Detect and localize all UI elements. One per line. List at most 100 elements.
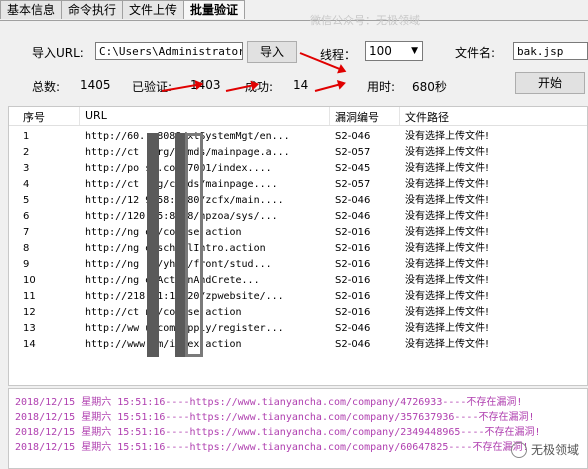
cell-no: 4 (23, 179, 30, 190)
success-value: 14 (293, 78, 309, 92)
cell-vuln: S2-046 (335, 195, 371, 206)
cell-no: 8 (23, 243, 30, 254)
cell-vuln: S2-016 (335, 275, 371, 286)
col-divider[interactable] (399, 107, 400, 125)
brand-watermark-text: 无极领域 (530, 443, 579, 457)
col-header-no[interactable]: 序号 (23, 109, 45, 125)
time-label: 用时: (367, 80, 396, 94)
cell-no: 3 (23, 163, 30, 174)
log-panel[interactable]: 2018/12/15 星期六 15:51:16----https://www.t… (8, 388, 588, 469)
tab-basic-info[interactable]: 基本信息 (0, 0, 63, 19)
table-row[interactable]: 2 http://ct .org/camds/mainpage.a... S2-05… (9, 145, 587, 161)
cell-vuln: S2-057 (335, 179, 371, 190)
time-value: 680秒 (412, 80, 447, 94)
cell-vuln: S2-057 (335, 147, 371, 158)
cell-path: 没有选择上传文件! (405, 275, 490, 286)
import-url-label: 导入URL: (32, 46, 84, 60)
cell-no: 7 (23, 227, 30, 238)
verified-label: 已验证: (132, 80, 173, 94)
annotation-arrow-success (314, 82, 345, 92)
results-table[interactable]: 序号 URL 漏洞编号 文件路径 1 http://60. :8088/xtSys… (8, 106, 588, 386)
cell-no: 1 (23, 131, 30, 142)
cell-no: 5 (23, 195, 30, 206)
table-row[interactable]: 5 http://12 9.58:9080/zcfx/main.... S2-046… (9, 193, 587, 209)
cell-no: 10 (23, 275, 36, 286)
cell-url: http://ww u.com/apply/register... (85, 323, 284, 334)
cell-url: http://ng .m/yhcz/front/stud... (85, 259, 272, 270)
import-url-input[interactable]: C:\Users\Administrator\D (95, 42, 243, 60)
cell-url: http://60. :8088/xtSystemMgt/en... (85, 131, 290, 142)
cell-url: http://po ss.com:7001/index.... (85, 163, 272, 174)
cell-path: 没有选择上传文件! (405, 147, 490, 158)
cell-path: 没有选择上传文件! (405, 323, 490, 334)
cell-vuln: S2-046 (335, 339, 371, 350)
cell-vuln: S2-045 (335, 163, 371, 174)
total-label: 总数: (32, 80, 61, 94)
table-row[interactable]: 12 http://ct ne/course.action S2-016 没有选择上传… (9, 305, 587, 321)
cell-url: http://ct .org/camds/mainpage.a... (85, 147, 290, 158)
brand-watermark: 无极领域 (510, 441, 579, 458)
threads-select-value: 100 (369, 44, 392, 58)
cell-no: 12 (23, 307, 36, 318)
cell-path: 没有选择上传文件! (405, 179, 490, 190)
cell-no: 9 (23, 259, 30, 270)
table-row[interactable]: 1 http://60. :8088/xtSystemMgt/en... S2-04… (9, 129, 587, 145)
cell-url: http://ct .og/camds/mainpage.... (85, 179, 278, 190)
start-button[interactable]: 开始 (515, 72, 585, 94)
table-row[interactable]: 7 http://ng et/course.action S2-016 没有选择上传文… (9, 225, 587, 241)
cell-path: 没有选择上传文件! (405, 307, 490, 318)
cell-vuln: S2-016 (335, 307, 371, 318)
col-header-path[interactable]: 文件路径 (405, 109, 449, 125)
cell-path: 没有选择上传文件! (405, 259, 490, 270)
import-button[interactable]: 导入 (247, 41, 297, 63)
tab-file-upload[interactable]: 文件上传 (122, 0, 185, 19)
cell-url: http://ng etActionAndCrete... (85, 275, 260, 286)
filename-input[interactable]: bak.jsp (513, 42, 588, 60)
total-value: 1405 (80, 78, 111, 92)
cell-vuln: S2-016 (335, 259, 371, 270)
table-row[interactable]: 4 http://ct .og/camds/mainpage.... S2-057 没… (9, 177, 587, 193)
cell-path: 没有选择上传文件! (405, 243, 490, 254)
cell-url: http://ng et/course.action (85, 227, 242, 238)
threads-select[interactable]: 100 ▼ (365, 41, 423, 61)
tab-command-exec[interactable]: 命令执行 (61, 0, 124, 19)
redaction-bar (147, 133, 159, 357)
cell-path: 没有选择上传文件! (405, 227, 490, 238)
table-header: 序号 URL 漏洞编号 文件路径 (9, 107, 587, 126)
cell-vuln: S2-046 (335, 131, 371, 142)
table-row[interactable]: 14 http://www .m/index.action S2-046 没有选择上传… (9, 337, 587, 353)
log-line: 2018/12/15 星期六 15:51:16----https://www.t… (15, 397, 523, 408)
cell-path: 没有选择上传文件! (405, 291, 490, 302)
cell-no: 6 (23, 211, 30, 222)
col-header-vuln[interactable]: 漏洞编号 (335, 109, 379, 125)
cell-vuln: S2-046 (335, 211, 371, 222)
cell-no: 14 (23, 339, 36, 350)
table-row[interactable]: 3 http://po ss.com:7001/index.... S2-045 没有… (9, 161, 587, 177)
cell-url: http://www .m/index.action (85, 339, 242, 350)
table-row[interactable]: 13 http://ww u.com/apply/register... S2-04… (9, 321, 587, 337)
cell-path: 没有选择上传文件! (405, 195, 490, 206)
cell-path: 没有选择上传文件! (405, 163, 490, 174)
tab-batch-verify[interactable]: 批量验证 (183, 0, 246, 19)
watermark-text: 微信公众号：无极领域 (310, 14, 420, 27)
table-row[interactable]: 8 http://ng etschoolIntro.action S2-016 没有选… (9, 241, 587, 257)
cell-no: 13 (23, 323, 36, 334)
cell-url: http://ng etschoolIntro.action (85, 243, 266, 254)
cell-url: http://218 21:10020/zpwebsite/... (85, 291, 284, 302)
cell-vuln: S2-016 (335, 243, 371, 254)
log-line: 2018/12/15 星期六 15:51:16----https://www.t… (15, 442, 529, 453)
col-divider[interactable] (329, 107, 330, 125)
table-row[interactable]: 6 http://120 .5:8088/hpzoa/sys/... S2-046 没… (9, 209, 587, 225)
table-row[interactable]: 9 http://ng .m/yhcz/front/stud... S2-016 没有… (9, 257, 587, 273)
col-divider[interactable] (79, 107, 80, 125)
log-line: 2018/12/15 星期六 15:51:16----https://www.t… (15, 412, 535, 423)
table-row[interactable]: 11 http://218 21:10020/zpwebsite/... S2-01… (9, 289, 587, 305)
log-line: 2018/12/15 星期六 15:51:16----https://www.t… (15, 427, 541, 438)
col-header-url[interactable]: URL (85, 109, 107, 122)
chevron-down-icon: ▼ (411, 46, 418, 56)
table-row[interactable]: 10 http://ng etActionAndCrete... S2-016 没有选… (9, 273, 587, 289)
cell-no: 2 (23, 147, 30, 158)
cell-vuln: S2-046 (335, 323, 371, 334)
tab-bar: 基本信息 命令执行 文件上传 批量验证 (0, 0, 246, 20)
threads-label: 线程： (320, 48, 357, 62)
